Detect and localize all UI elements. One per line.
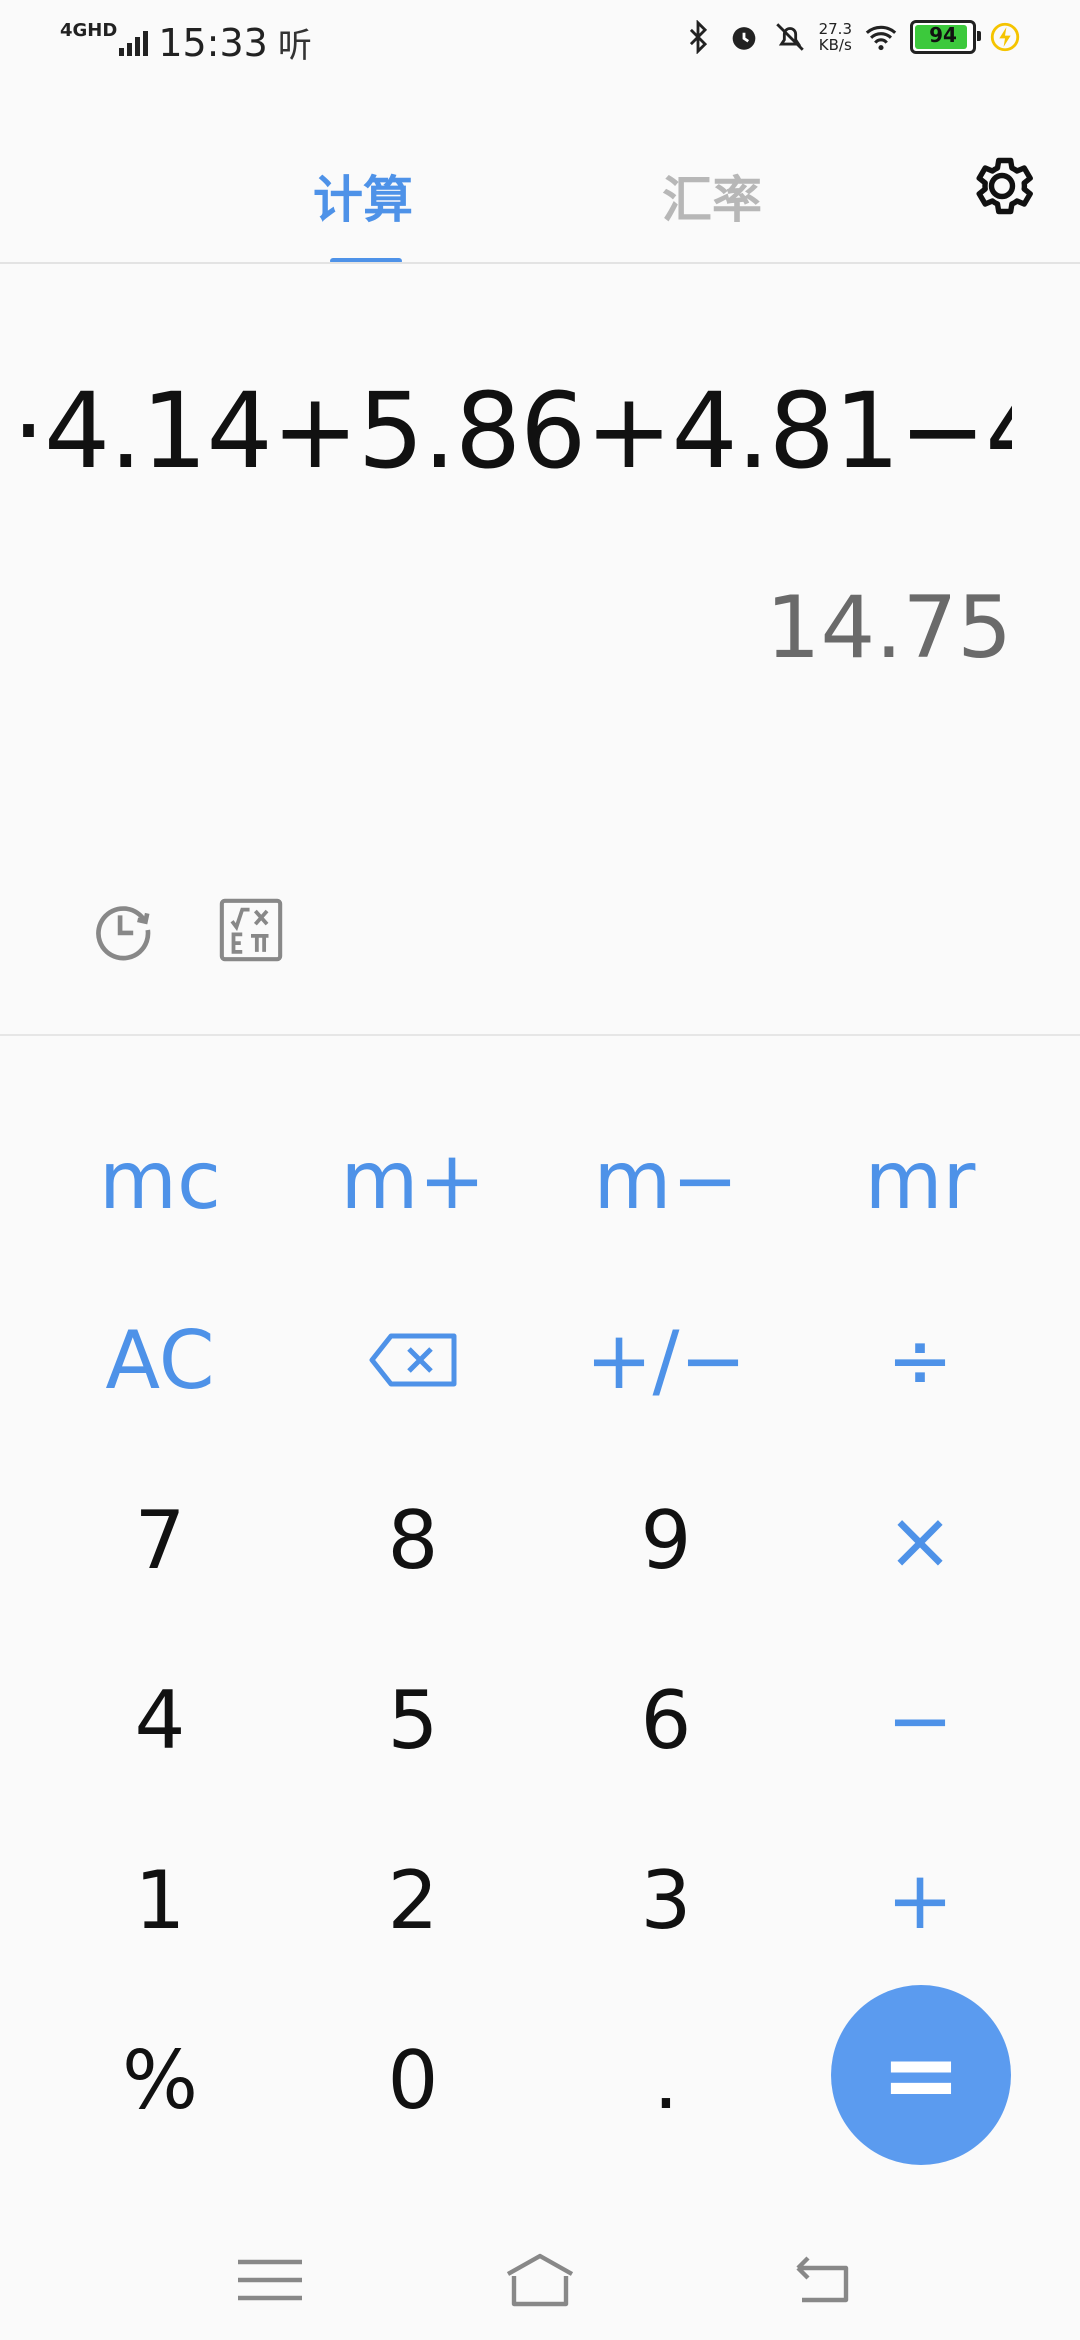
navigation-bar [0,2230,1080,2340]
key-add[interactable]: + [820,1820,1020,1980]
net-speed: 27.3 KB/s [819,21,852,53]
key-equals[interactable]: = [831,1985,1011,2165]
key-4[interactable]: 4 [60,1640,260,1800]
keypad-row-123: 1 2 3 + [0,1820,1080,2000]
battery-level: 94 [929,23,957,47]
result-display: 14.75 [765,578,1012,678]
key-multiply[interactable]: × [820,1460,1020,1620]
key-decimal[interactable]: . [566,2000,766,2160]
scientific-mode-icon[interactable] [216,895,286,965]
alarm-icon [732,27,755,50]
tab-exchange-rate[interactable]: 汇率 [662,160,762,232]
status-right: 27.3 KB/s 94 [681,20,1022,54]
keypad-row-functions: AC +/− ÷ [0,1280,1080,1460]
tab-calculate[interactable]: 计算 [313,160,413,232]
key-divide[interactable]: ÷ [820,1280,1020,1440]
home-icon[interactable] [500,2250,580,2310]
key-2[interactable]: 2 [313,1820,513,1980]
key-9[interactable]: 9 [566,1460,766,1620]
key-subtract[interactable]: − [820,1640,1020,1800]
key-percent[interactable]: % [60,2000,260,2160]
battery-icon: 94 [910,20,981,54]
key-7[interactable]: 7 [60,1460,260,1620]
keypad-row-456: 4 5 6 − [0,1640,1080,1820]
mode-tabs: 计算 汇率 [0,130,1080,264]
key-0[interactable]: 0 [313,2000,513,2160]
back-icon[interactable] [782,2250,862,2310]
keypad-row-789: 7 8 9 × [0,1460,1080,1640]
battery-cap [977,31,981,41]
net-speed-unit: KB/s [818,36,852,54]
settings-gear-icon[interactable] [966,150,1038,222]
status-bar: 4GHD 15:33 听 27.3 KB/s 94 [0,0,1080,84]
key-sign-toggle[interactable]: +/− [566,1280,766,1440]
mute-icon [775,23,804,51]
signal-icon [119,30,149,56]
keypad-row-memory: mc m+ m− mr [0,1100,1080,1280]
key-1[interactable]: 1 [60,1820,260,1980]
backspace-icon [369,1333,457,1387]
key-3[interactable]: 3 [566,1820,766,1980]
wifi-icon [865,25,897,51]
key-8[interactable]: 8 [313,1460,513,1620]
network-type: 4GHD [60,19,118,41]
status-left: 4GHD 15:33 听 [60,18,312,67]
key-6[interactable]: 6 [566,1640,766,1800]
key-memory-clear[interactable]: mc [60,1100,260,1260]
bluetooth-icon [689,20,707,54]
history-icon[interactable] [88,895,158,965]
tabs-divider [0,262,1080,264]
display-divider [0,1034,1080,1036]
key-all-clear[interactable]: AC [60,1280,260,1440]
key-5[interactable]: 5 [313,1640,513,1800]
calculator-screen: 4GHD 15:33 听 27.3 KB/s 94 计算 汇率 ·4.14+5.… [0,0,1080,2340]
key-memory-recall[interactable]: mr [820,1100,1020,1260]
status-extra: 听 [277,26,312,66]
key-memory-subtract[interactable]: m− [566,1100,766,1260]
key-backspace[interactable] [313,1280,513,1440]
menu-icon[interactable] [230,2250,310,2310]
key-memory-add[interactable]: m+ [313,1100,513,1260]
status-time: 15:33 [158,20,268,65]
expression-display[interactable]: ·4.14+5.86+4.81−4.2 [12,370,1012,492]
charging-icon [990,22,1020,52]
